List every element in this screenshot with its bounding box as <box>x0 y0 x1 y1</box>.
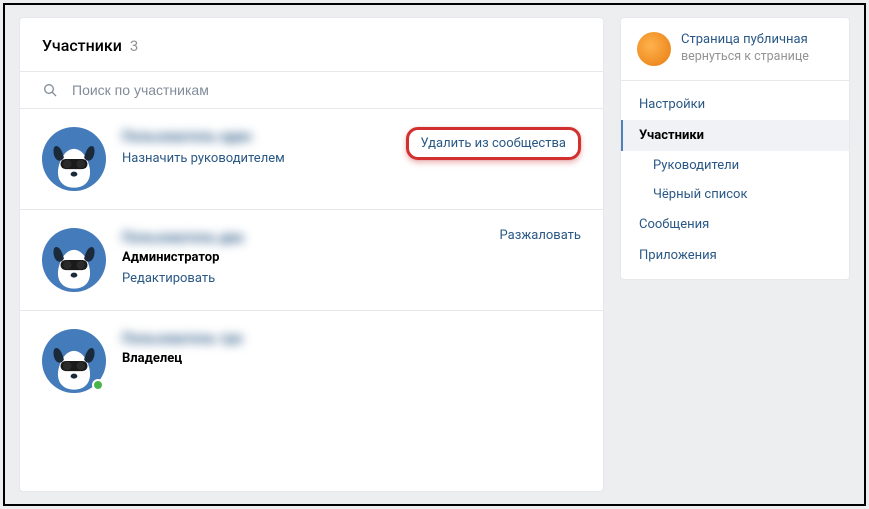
demote-link[interactable]: Разжаловать <box>500 228 581 243</box>
nav-blacklist[interactable]: Чёрный список <box>621 180 849 209</box>
nav-messages[interactable]: Сообщения <box>621 209 849 240</box>
member-row: Пользователь два Администратор Редактиро… <box>20 210 603 311</box>
assign-manager-link[interactable]: Назначить руководителем <box>122 151 390 166</box>
sidebar-nav: Настройки Участники Руководители Чёрный … <box>621 81 849 279</box>
member-name[interactable]: Пользователь один <box>122 129 390 145</box>
nav-members[interactable]: Участники <box>621 120 849 151</box>
community-avatar <box>637 32 671 66</box>
member-row: Пользователь три Владелец <box>20 311 603 411</box>
nav-settings[interactable]: Настройки <box>621 89 849 120</box>
members-list: Пользователь один Назначить руководителе… <box>20 109 603 411</box>
community-title: Страница публичная <box>681 32 809 47</box>
community-header[interactable]: Страница публичная вернуться к странице <box>621 18 849 81</box>
avatar[interactable] <box>42 329 106 393</box>
nav-apps[interactable]: Приложения <box>621 240 849 271</box>
avatar[interactable] <box>42 228 106 292</box>
edit-link[interactable]: Редактировать <box>122 271 484 286</box>
remove-from-community-link[interactable]: Удалить из сообщества <box>406 127 581 160</box>
dog-avatar-icon <box>47 137 101 191</box>
member-role: Владелец <box>122 351 581 366</box>
member-name[interactable]: Пользователь три <box>122 331 581 347</box>
sidebar: Страница публичная вернуться к странице … <box>620 17 850 492</box>
search-input[interactable] <box>72 82 581 98</box>
members-panel: Участники 3 <box>19 17 604 492</box>
header: Участники 3 <box>20 18 603 71</box>
search-row <box>20 71 603 109</box>
member-role: Администратор <box>122 250 484 265</box>
dog-avatar-icon <box>47 238 101 292</box>
member-name[interactable]: Пользователь два <box>122 230 484 246</box>
page-title: Участники <box>42 36 122 55</box>
nav-managers[interactable]: Руководители <box>621 151 849 180</box>
online-indicator <box>92 379 104 391</box>
members-count: 3 <box>130 37 138 55</box>
back-to-page-link: вернуться к странице <box>681 49 809 64</box>
search-icon <box>42 82 58 98</box>
member-row: Пользователь один Назначить руководителе… <box>20 109 603 210</box>
avatar[interactable] <box>42 127 106 191</box>
